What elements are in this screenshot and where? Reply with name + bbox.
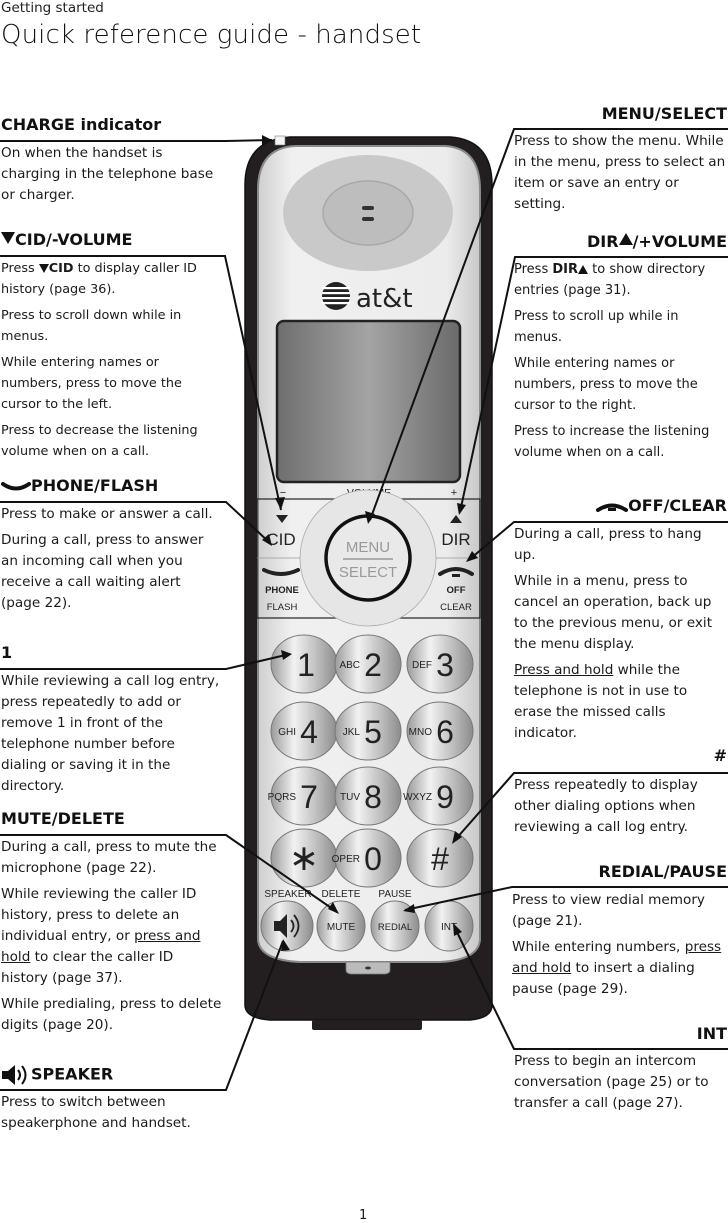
off-clear-heading: OFF/CLEAR <box>596 496 727 515</box>
key-1[interactable]: 1 <box>270 634 338 694</box>
redial-pause-description: Press to view redial memory (page 21). W… <box>512 892 722 997</box>
cid-heading: CID/-VOLUME <box>1 230 132 249</box>
charge-indicator-led <box>274 135 286 146</box>
menu-select-description: Press to show the menu. While in the men… <box>514 133 726 212</box>
key-digit: 3 <box>436 647 454 683</box>
mute-button[interactable]: MUTE <box>316 900 366 952</box>
svg-text:FLASH: FLASH <box>267 602 298 613</box>
speaker-button[interactable] <box>260 900 314 952</box>
svg-text:CID: CID <box>266 530 295 549</box>
mute-delete-description: During a call, press to mute the microph… <box>1 839 222 1033</box>
key-8[interactable]: TUV 8 <box>334 766 402 826</box>
charge-description: On when the handset is charging in the t… <box>1 145 214 203</box>
charge-heading: CHARGE indicator <box>1 115 162 134</box>
key-digit: 5 <box>364 714 382 750</box>
pound-heading: # <box>713 746 727 765</box>
key-3[interactable]: DEF 3 <box>406 634 474 694</box>
key-digit: 8 <box>364 779 382 815</box>
key-letters: MNO <box>409 727 433 738</box>
svg-text:CLEAR: CLEAR <box>440 602 472 613</box>
key-1-description: While reviewing a call log entry, press … <box>1 673 220 794</box>
dir-heading: DIR/+VOLUME <box>587 232 727 251</box>
earpiece <box>283 155 453 271</box>
down-triangle-icon <box>38 264 49 273</box>
key-1-heading: 1 <box>1 643 13 662</box>
key-digit: 4 <box>300 714 318 750</box>
phone-icon <box>1 481 31 490</box>
key-letters: OPER <box>332 854 360 865</box>
key-digit: ∗ <box>289 837 319 878</box>
cid-description: Press CID to display caller ID history (… <box>1 261 198 459</box>
int-heading: INT <box>696 1024 727 1043</box>
dir-description: Press DIR to show directory entries (pag… <box>514 262 710 460</box>
key-digit: 1 <box>297 647 315 683</box>
att-logo: at&t <box>322 282 413 314</box>
svg-text:PAUSE: PAUSE <box>378 889 411 900</box>
key-digit: 2 <box>364 647 382 683</box>
key-letters: PQRS <box>268 792 297 803</box>
phone-flash-description: Press to make or answer a call. During a… <box>1 506 213 611</box>
hangup-icon <box>596 503 629 512</box>
key-letters: JKL <box>343 727 361 738</box>
redial-pause-heading: REDIAL/PAUSE <box>598 862 728 881</box>
key-6[interactable]: MNO 6 <box>406 701 474 761</box>
key-digit: # <box>431 841 449 877</box>
key-digit: 7 <box>300 779 318 815</box>
svg-text:DIR: DIR <box>441 530 470 549</box>
svg-text:+: + <box>451 487 457 499</box>
key-letters: ABC <box>339 660 360 671</box>
menu-select-heading: MENU/SELECT <box>601 104 727 123</box>
up-triangle-icon <box>618 233 633 245</box>
key-digit: 6 <box>436 714 454 750</box>
key-5[interactable]: JKL 5 <box>334 701 402 761</box>
svg-text:REDIAL: REDIAL <box>378 922 412 933</box>
key-digit: 0 <box>364 841 382 877</box>
key-4[interactable]: GHI 4 <box>270 701 338 761</box>
down-triangle-icon <box>1 232 15 244</box>
speaker-icon <box>2 1065 27 1085</box>
key-2[interactable]: ABC 2 <box>334 634 402 694</box>
speaker-heading: SPEAKER <box>1 1064 113 1086</box>
svg-text:MENU: MENU <box>346 539 390 556</box>
key-letters: DEF <box>412 660 432 671</box>
key-letters: WXYZ <box>403 792 432 803</box>
svg-text:at&t: at&t <box>356 284 413 314</box>
lcd-screen <box>275 319 462 484</box>
off-clear-description: During a call, press to hang up. While i… <box>514 526 713 741</box>
svg-text:SELECT: SELECT <box>339 564 397 581</box>
svg-text:PHONE: PHONE <box>265 585 299 596</box>
phone-flash-heading: PHONE/FLASH <box>1 476 158 495</box>
speaker-description: Press to switch between speakerphone and… <box>1 1094 191 1131</box>
up-triangle-icon <box>578 265 588 274</box>
int-description: Press to begin an intercom conversation … <box>514 1053 709 1111</box>
int-button[interactable]: INT <box>424 900 474 952</box>
key-letters: GHI <box>278 727 296 738</box>
svg-text:DELETE: DELETE <box>322 889 361 900</box>
key-pound[interactable]: # <box>406 828 474 888</box>
key-letters: TUV <box>340 792 360 803</box>
key-star[interactable]: ∗ <box>270 828 338 888</box>
svg-text:MUTE: MUTE <box>327 922 356 933</box>
pound-description: Press repeatedly to display other dialin… <box>514 777 698 835</box>
key-digit: 9 <box>436 779 454 815</box>
mute-delete-heading: MUTE/DELETE <box>1 809 125 828</box>
svg-text:OFF: OFF <box>447 585 466 596</box>
menu-select-button[interactable]: MENU SELECT <box>324 514 412 602</box>
